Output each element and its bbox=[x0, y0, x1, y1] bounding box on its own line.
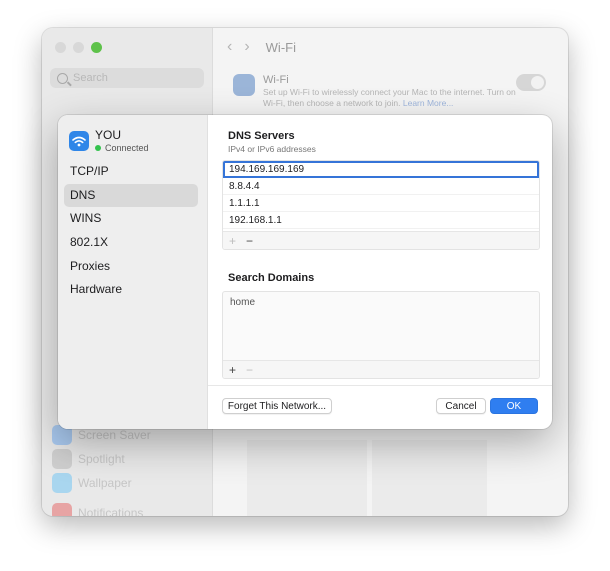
back-button[interactable]: ‹ bbox=[227, 38, 232, 56]
wallpaper-icon bbox=[52, 473, 72, 493]
forget-network-button[interactable]: Forget This Network... bbox=[222, 398, 332, 414]
sidebar-item-label: Wallpaper bbox=[78, 476, 132, 490]
search-domains-controls: + − bbox=[223, 360, 539, 378]
connected-status-dot bbox=[95, 145, 101, 151]
notifications-icon bbox=[52, 503, 72, 516]
sidebar-item-wallpaper[interactable]: Wallpaper bbox=[52, 472, 132, 494]
search-domains-list: home + − bbox=[222, 291, 540, 379]
settings-search-field[interactable]: Search bbox=[50, 68, 204, 88]
dns-server-row[interactable]: 1.1.1.1 bbox=[223, 195, 539, 212]
wifi-row-title: Wi-Fi bbox=[263, 74, 289, 86]
remove-search-domain-button[interactable]: − bbox=[246, 363, 253, 377]
sidebar-item-label: Notifications bbox=[78, 506, 144, 516]
wifi-row-description: Set up Wi-Fi to wirelessly connect your … bbox=[263, 87, 523, 109]
background-panel bbox=[247, 440, 367, 516]
sheet-sidebar: YOU Connected TCP/IP DNS WINS 802.1X Pro… bbox=[58, 115, 208, 429]
wifi-toggle[interactable] bbox=[516, 74, 546, 91]
search-domain-row[interactable]: home bbox=[223, 292, 539, 308]
add-dns-server-button[interactable]: + bbox=[229, 234, 236, 248]
wifi-toggle-row: Wi-Fi Set up Wi-Fi to wirelessly connect… bbox=[233, 72, 548, 112]
cancel-button[interactable]: Cancel bbox=[436, 398, 486, 414]
close-window-button[interactable] bbox=[55, 42, 66, 53]
sidebar-item-dns[interactable]: DNS bbox=[64, 184, 198, 207]
dns-content-pane: DNS Servers IPv4 or IPv6 addresses 194.1… bbox=[208, 115, 552, 429]
sidebar-item-802-1x[interactable]: 802.1X bbox=[64, 231, 198, 254]
spotlight-icon bbox=[52, 449, 72, 469]
dns-servers-list: 194.169.169.169 8.8.4.4 1.1.1.1 192.168.… bbox=[222, 160, 540, 250]
sidebar-item-wins[interactable]: WINS bbox=[64, 207, 198, 230]
background-panel bbox=[372, 440, 487, 516]
remove-dns-server-button[interactable]: − bbox=[246, 234, 253, 248]
forward-button[interactable]: › bbox=[244, 38, 249, 56]
search-icon bbox=[57, 72, 68, 84]
ok-button[interactable]: OK bbox=[490, 398, 538, 414]
network-header: YOU Connected bbox=[69, 128, 199, 158]
network-status-label: Connected bbox=[105, 143, 149, 153]
sidebar-item-label: Spotlight bbox=[78, 452, 125, 466]
search-placeholder: Search bbox=[73, 72, 108, 84]
footer-divider bbox=[208, 385, 552, 386]
navigation-bar: ‹ › Wi-Fi bbox=[227, 38, 296, 56]
dns-server-row-editing[interactable]: 194.169.169.169 bbox=[223, 161, 539, 178]
sidebar-item-proxies[interactable]: Proxies bbox=[64, 255, 198, 278]
search-domains-title: Search Domains bbox=[228, 272, 315, 284]
minimize-window-button[interactable] bbox=[73, 42, 84, 53]
dns-servers-subtitle: IPv4 or IPv6 addresses bbox=[228, 144, 316, 154]
dns-server-row[interactable]: 8.8.4.4 bbox=[223, 178, 539, 195]
sidebar-item-hardware[interactable]: Hardware bbox=[64, 278, 198, 301]
network-details-sheet: YOU Connected TCP/IP DNS WINS 802.1X Pro… bbox=[58, 115, 552, 429]
sidebar-item-spotlight[interactable]: Spotlight bbox=[52, 448, 125, 470]
wifi-description-text: Set up Wi-Fi to wirelessly connect your … bbox=[263, 87, 516, 108]
zoom-window-button[interactable] bbox=[91, 42, 102, 53]
network-status: Connected bbox=[95, 143, 149, 153]
wifi-icon bbox=[233, 74, 255, 96]
dns-servers-title: DNS Servers bbox=[228, 130, 295, 142]
sidebar-item-notifications[interactable]: Notifications bbox=[52, 502, 143, 516]
sidebar-item-label: Screen Saver bbox=[78, 428, 151, 442]
dns-list-controls: + − bbox=[223, 231, 539, 249]
dns-server-row[interactable]: 192.168.1.1 bbox=[223, 212, 539, 229]
sidebar-item-tcp-ip[interactable]: TCP/IP bbox=[64, 160, 198, 183]
wifi-icon bbox=[69, 131, 89, 151]
window-controls bbox=[55, 42, 102, 53]
learn-more-link[interactable]: Learn More... bbox=[403, 98, 454, 108]
page-title: Wi-Fi bbox=[265, 39, 296, 55]
network-name: YOU bbox=[95, 128, 122, 142]
add-search-domain-button[interactable]: + bbox=[229, 363, 236, 377]
